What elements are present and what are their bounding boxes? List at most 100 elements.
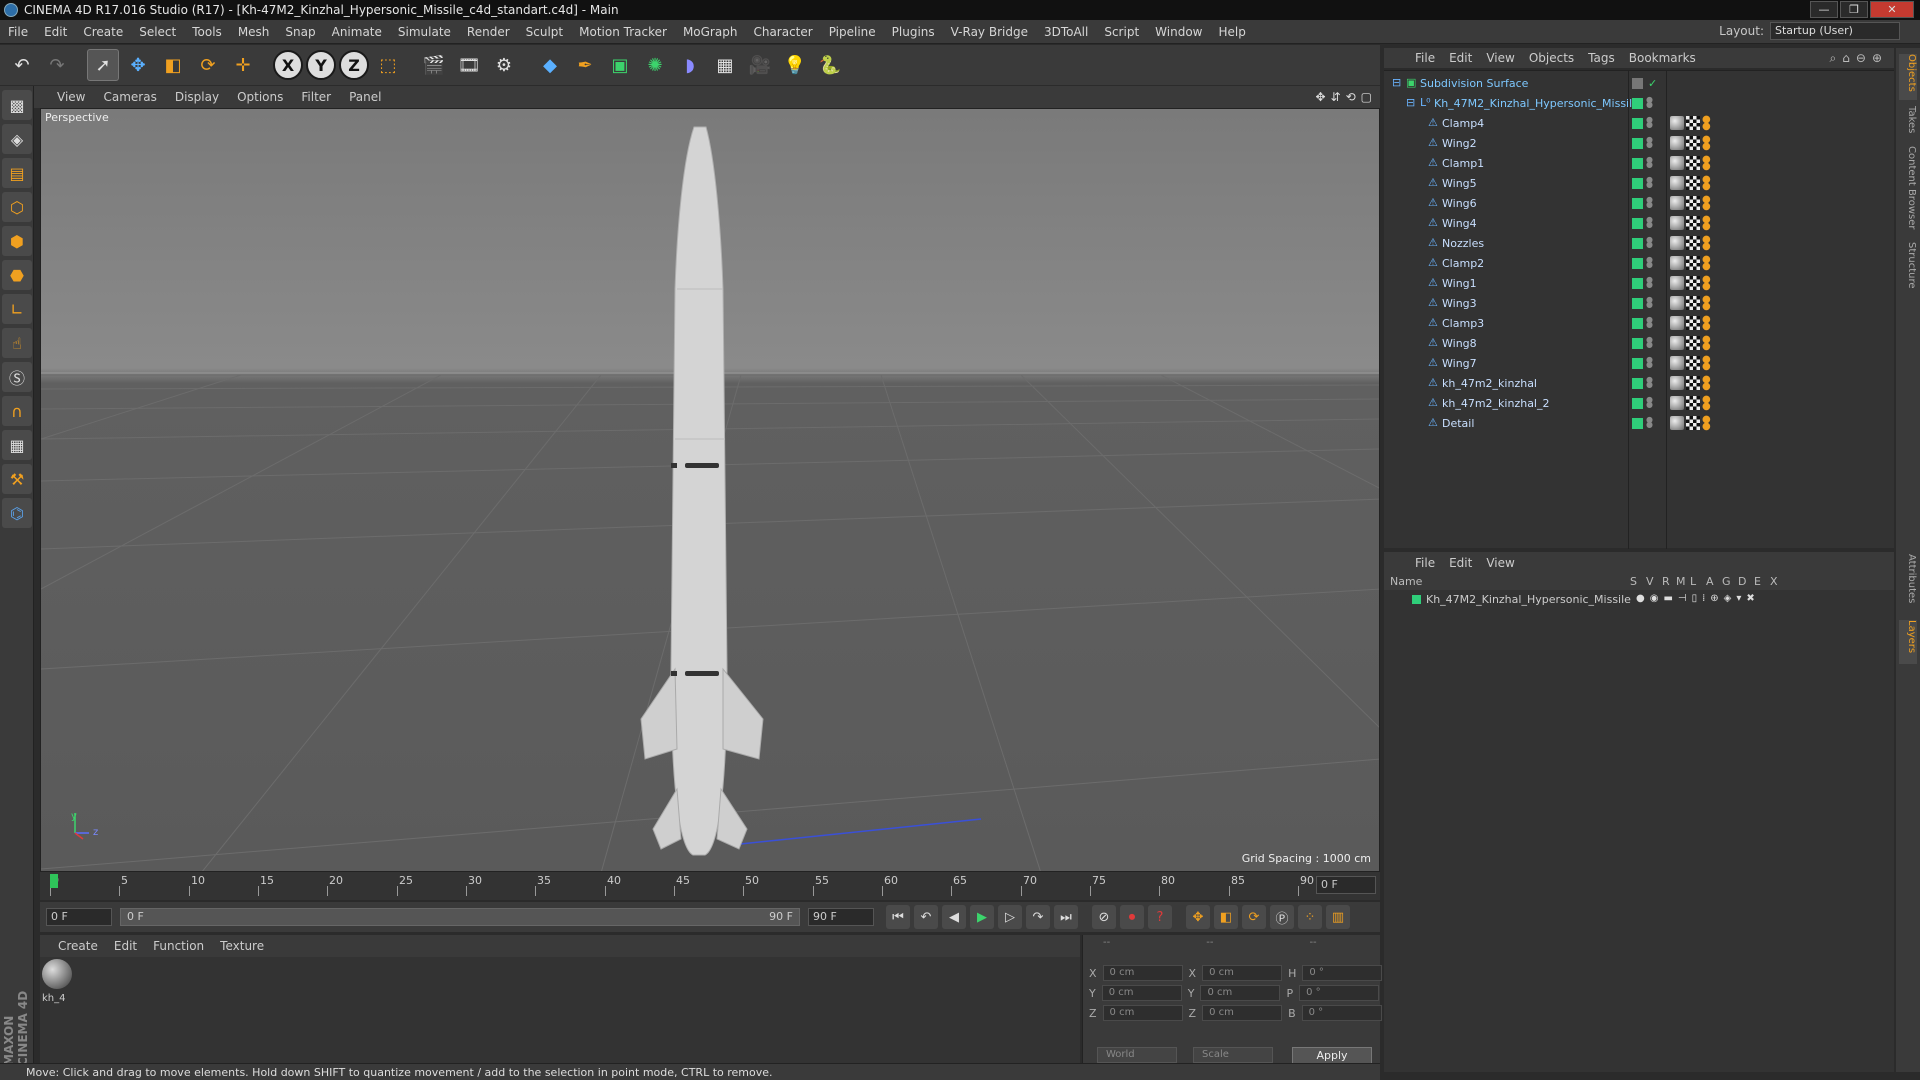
material-swatch[interactable] bbox=[42, 959, 72, 989]
material-menu-edit[interactable]: Edit bbox=[106, 939, 145, 953]
tab-objects[interactable]: Objects bbox=[1899, 54, 1917, 100]
viewport-menu-display[interactable]: Display bbox=[166, 90, 228, 104]
missile-model[interactable] bbox=[640, 126, 764, 856]
layer-color-swatch[interactable] bbox=[1632, 277, 1643, 289]
collapse-icon[interactable]: ⊟ bbox=[1392, 77, 1402, 88]
texture-tag-icon[interactable] bbox=[1686, 316, 1700, 330]
texture-tag-icon[interactable] bbox=[1686, 116, 1700, 130]
visibility-dots-icon[interactable]: ● ● bbox=[1646, 416, 1653, 429]
collapse-icon[interactable]: ⊟ bbox=[1406, 97, 1416, 108]
key-param-icon[interactable]: Ⓟ bbox=[1270, 905, 1294, 929]
start-frame-field[interactable]: 0 F bbox=[46, 908, 112, 926]
tab-structure[interactable]: Structure bbox=[1899, 242, 1917, 302]
key-rotation-icon[interactable]: ⟳ bbox=[1242, 905, 1266, 929]
texture-tag-icon[interactable] bbox=[1686, 256, 1700, 270]
visibility-dots-icon[interactable]: ● ● bbox=[1646, 276, 1653, 289]
phong-tag-icon[interactable]: ● ● bbox=[1702, 195, 1712, 212]
object-row[interactable]: ⚠ Clamp1 ● ● ● ● bbox=[1384, 153, 1894, 173]
material-tag-icon[interactable] bbox=[1670, 196, 1684, 210]
menu-snap[interactable]: Snap bbox=[277, 25, 323, 39]
key-scale-icon[interactable]: ◧ bbox=[1214, 905, 1238, 929]
texture-tag-icon[interactable] bbox=[1686, 376, 1700, 390]
record-icon[interactable]: ⏺ bbox=[1120, 905, 1144, 929]
polygons-mode-icon[interactable]: ⬣ bbox=[2, 260, 32, 290]
python-icon[interactable]: 🐍 bbox=[814, 49, 846, 81]
size-x-field[interactable]: 0 cm bbox=[1202, 965, 1283, 981]
layer-flag-icons[interactable]: ●◉▬⊣▯⁞⊕◈▾✖ bbox=[1636, 593, 1760, 604]
layer-color-swatch[interactable] bbox=[1412, 595, 1421, 604]
menu-help[interactable]: Help bbox=[1210, 25, 1253, 39]
layers-menu-file[interactable]: File bbox=[1408, 556, 1442, 570]
texture-tag-icon[interactable] bbox=[1686, 136, 1700, 150]
texture-tag-icon[interactable] bbox=[1686, 156, 1700, 170]
timeline-window-icon[interactable]: ▥ bbox=[1326, 905, 1350, 929]
prev-frame-icon[interactable]: ◀ bbox=[942, 905, 966, 929]
visibility-dots-icon[interactable]: ● ● bbox=[1646, 236, 1653, 249]
phong-tag-icon[interactable]: ● ● bbox=[1702, 315, 1712, 332]
maximize-view-icon[interactable]: ▢ bbox=[1361, 90, 1372, 104]
position-z-field[interactable]: 0 cm bbox=[1102, 1005, 1183, 1021]
menu-select[interactable]: Select bbox=[131, 25, 184, 39]
play-icon[interactable]: ▶ bbox=[970, 905, 994, 929]
menu-motion-tracker[interactable]: Motion Tracker bbox=[571, 25, 675, 39]
layer-color-swatch[interactable] bbox=[1632, 237, 1643, 249]
cube-primitive-icon[interactable]: ◆ bbox=[534, 49, 566, 81]
go-to-end-icon[interactable]: ⏭ bbox=[1054, 905, 1078, 929]
layer-color-swatch[interactable] bbox=[1632, 117, 1643, 129]
rotation-p-field[interactable]: 0 ° bbox=[1299, 985, 1380, 1001]
texture-tag-icon[interactable] bbox=[1686, 416, 1700, 430]
visibility-dots-icon[interactable]: ● ● bbox=[1646, 356, 1653, 369]
layer-col-view[interactable]: V bbox=[1646, 575, 1654, 588]
phong-tag-icon[interactable]: ● ● bbox=[1702, 295, 1712, 312]
object-row-root[interactable]: ⊟ ▣ Subdivision Surface ✓ bbox=[1384, 73, 1894, 93]
y-axis-icon[interactable]: Y bbox=[306, 50, 336, 80]
layer-color-swatch[interactable] bbox=[1632, 177, 1643, 189]
key-position-icon[interactable]: ✥ bbox=[1186, 905, 1210, 929]
viewport-menu-options[interactable]: Options bbox=[228, 90, 292, 104]
visibility-dots-icon[interactable]: ● ● bbox=[1646, 296, 1653, 309]
object-row[interactable]: ⚠ Clamp3 ● ● ● ● bbox=[1384, 313, 1894, 333]
visibility-dots-icon[interactable]: ● ● bbox=[1646, 136, 1653, 149]
material-menu-create[interactable]: Create bbox=[50, 939, 106, 953]
object-row[interactable]: ⚠ Clamp4 ● ● ● ● bbox=[1384, 113, 1894, 133]
visibility-dots-icon[interactable]: ● ● bbox=[1646, 396, 1653, 409]
material-tag-icon[interactable] bbox=[1670, 216, 1684, 230]
tweak-icon[interactable]: ☝ bbox=[2, 328, 32, 358]
magnet-icon[interactable]: ∩ bbox=[2, 396, 32, 426]
material-tag-icon[interactable] bbox=[1670, 316, 1684, 330]
object-row[interactable]: ⚠ Wing3 ● ● ● ● bbox=[1384, 293, 1894, 313]
go-to-start-icon[interactable]: ⏮ bbox=[886, 905, 910, 929]
position-y-field[interactable]: 0 cm bbox=[1101, 985, 1182, 1001]
material-tag-icon[interactable] bbox=[1670, 296, 1684, 310]
material-tag-icon[interactable] bbox=[1670, 236, 1684, 250]
rotate-icon[interactable]: ⟳ bbox=[192, 49, 224, 81]
layer-col-render[interactable]: R bbox=[1662, 575, 1670, 588]
enabled-check-icon[interactable]: ✓ bbox=[1648, 77, 1657, 90]
visibility-dots-icon[interactable]: ● ● bbox=[1646, 116, 1653, 129]
menu-character[interactable]: Character bbox=[745, 25, 820, 39]
phong-tag-icon[interactable]: ● ● bbox=[1702, 335, 1712, 352]
layer-color-swatch[interactable] bbox=[1632, 417, 1643, 429]
layer-col-name[interactable]: Name bbox=[1390, 575, 1422, 588]
tab-takes[interactable]: Takes bbox=[1899, 106, 1917, 140]
phong-tag-icon[interactable]: ● ● bbox=[1702, 255, 1712, 272]
object-row[interactable]: ⚠ Nozzles ● ● ● ● bbox=[1384, 233, 1894, 253]
phong-tag-icon[interactable]: ● ● bbox=[1702, 215, 1712, 232]
visibility-dots-icon[interactable]: ● ● bbox=[1646, 196, 1653, 209]
layer-name[interactable]: Kh_47M2_Kinzhal_Hypersonic_Missile bbox=[1426, 593, 1631, 606]
visibility-dots-icon[interactable]: ● ● bbox=[1646, 316, 1653, 329]
render-view-icon[interactable]: 🎬 bbox=[418, 49, 450, 81]
material-tag-icon[interactable] bbox=[1670, 256, 1684, 270]
tab-attributes[interactable]: Attributes bbox=[1899, 554, 1917, 614]
layer-color-swatch[interactable] bbox=[1632, 97, 1643, 109]
object-row[interactable]: ⚠ kh_47m2_kinzhal_2 ● ● ● ● bbox=[1384, 393, 1894, 413]
layer-color-swatch[interactable] bbox=[1632, 297, 1643, 309]
subdivision-icon[interactable]: ▣ bbox=[604, 49, 636, 81]
layer-color-swatch[interactable] bbox=[1632, 337, 1643, 349]
pan-icon[interactable]: ✥ bbox=[1315, 90, 1325, 104]
minimize-button[interactable]: — bbox=[1810, 1, 1838, 18]
objects-menu-view[interactable]: View bbox=[1479, 51, 1521, 65]
menu-sculpt[interactable]: Sculpt bbox=[518, 25, 571, 39]
phong-tag-icon[interactable]: ● ● bbox=[1702, 235, 1712, 252]
object-row[interactable]: ⚠ Wing4 ● ● ● ● bbox=[1384, 213, 1894, 233]
